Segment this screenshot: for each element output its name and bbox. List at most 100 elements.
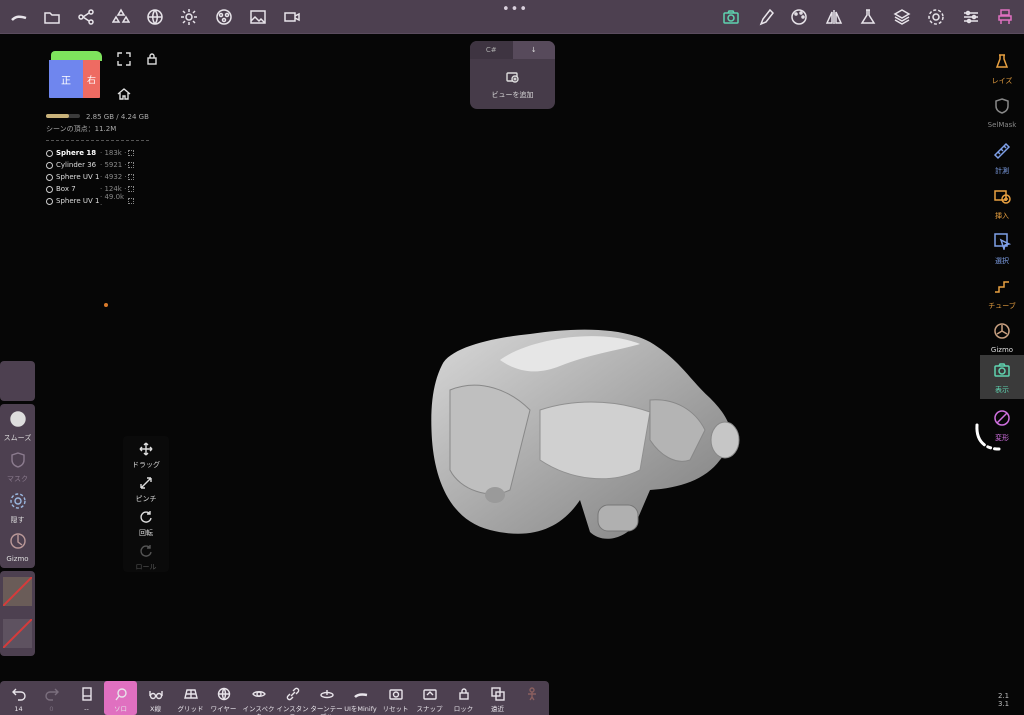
inspector-label: インスペクタ <box>242 705 275 715</box>
folder-icon[interactable] <box>41 6 63 28</box>
materials-icon[interactable] <box>213 6 235 28</box>
add-view-button[interactable]: ビューを追加 <box>470 69 555 100</box>
version-line-1: 2.1 <box>998 692 1010 700</box>
globe-icon[interactable] <box>144 6 166 28</box>
loading-spinner-icon <box>975 423 1001 451</box>
gizmo-button[interactable]: Gizmo <box>0 532 35 563</box>
list-item[interactable]: Cylinder 36 · 5921 · <box>46 159 134 171</box>
list-item[interactable]: Sphere UV 1 · 49.0k · <box>46 193 134 209</box>
home-icon[interactable] <box>117 86 131 100</box>
gizmo-tool-label: Gizmo <box>990 346 1014 354</box>
fullscreen-icon[interactable] <box>117 51 131 66</box>
hide-gear-icon <box>9 493 26 509</box>
roll-gesture[interactable]: ロール <box>123 543 169 572</box>
hide-button[interactable]: 隠す <box>0 492 35 525</box>
material-swatch-2[interactable] <box>3 619 32 648</box>
raise-label: レイズ <box>991 77 1013 85</box>
views-tab-1[interactable]: C# <box>470 41 513 59</box>
lock-button[interactable]: ロック <box>447 681 480 715</box>
material-swatch-1[interactable] <box>3 577 32 606</box>
gizmo-compass-icon <box>994 323 1010 339</box>
perspective-button[interactable]: 遠近 <box>481 681 514 715</box>
paint-brush-icon[interactable] <box>754 6 776 28</box>
list-item[interactable]: Sphere UV 1 · 4932 · <box>46 171 134 183</box>
instance-button[interactable]: インスタンス <box>276 681 309 715</box>
turntable-button[interactable]: ターンテーブル <box>310 681 343 715</box>
palette-icon[interactable] <box>788 6 810 28</box>
roll-icon <box>140 545 152 557</box>
cube-side-face[interactable]: 右 <box>83 60 100 98</box>
reset-button[interactable]: リセット <box>379 681 412 715</box>
object-count: · 183k · <box>100 149 127 157</box>
left-tool-panel: スムーズ マスク 隠す Gizmo <box>0 404 35 568</box>
brush-stroke-icon[interactable] <box>8 6 30 28</box>
3d-model-viewport[interactable] <box>420 320 750 550</box>
flask-icon[interactable] <box>857 6 879 28</box>
document-button[interactable]: -- <box>70 681 103 715</box>
grid-icon <box>128 198 134 204</box>
symmetry-icon[interactable] <box>823 6 845 28</box>
settings-gear-icon[interactable] <box>925 6 947 28</box>
gizmo-tool[interactable]: Gizmo <box>980 316 1024 360</box>
version-line-2: 3.1 <box>998 700 1010 708</box>
drag-gesture[interactable]: ドラッグ <box>123 441 169 470</box>
list-item[interactable]: Sphere 18 · 183k · <box>46 147 134 159</box>
minify-ui-button[interactable]: UIをMinify <box>344 681 377 715</box>
insert-tool[interactable]: 挿入 <box>980 181 1024 225</box>
document-icon <box>81 687 92 701</box>
grid-label: グリッド <box>177 705 204 713</box>
sun-icon[interactable] <box>178 6 200 28</box>
primitives-icon[interactable] <box>110 6 132 28</box>
wireframe-button[interactable]: ワイヤー <box>207 681 240 715</box>
add-camera-icon <box>505 72 519 83</box>
selmask-shield-icon <box>995 98 1009 114</box>
cube-front-face[interactable]: 正 <box>49 60 83 98</box>
redo-button[interactable]: 0 <box>35 681 68 715</box>
object-count: · 5921 · <box>100 161 127 169</box>
view-tool[interactable]: 表示 <box>980 355 1024 399</box>
tube-tool[interactable]: チューブ <box>980 271 1024 315</box>
redo-icon <box>44 688 59 701</box>
select-tool[interactable]: 選択 <box>980 226 1024 270</box>
rotate-gesture[interactable]: 回転 <box>123 509 169 538</box>
pivot-marker[interactable] <box>104 303 108 307</box>
memory-bar-fill <box>46 114 69 118</box>
smooth-label: スムーズ <box>3 434 32 442</box>
selmask-tool[interactable]: SelMask <box>980 91 1024 135</box>
navigation-cube[interactable]: 正 右 <box>47 51 102 99</box>
lock-icon[interactable] <box>145 51 159 65</box>
measure-tool[interactable]: 計測 <box>980 136 1024 180</box>
sliders-icon[interactable] <box>960 6 982 28</box>
xray-glasses-icon <box>148 691 163 700</box>
undo-button[interactable]: 14 <box>2 681 35 715</box>
node-graph-icon[interactable] <box>75 6 97 28</box>
measure-label: 計測 <box>995 167 1009 175</box>
xray-button[interactable]: X線 <box>139 681 172 715</box>
instance-label: インスタンス <box>276 705 309 715</box>
image-icon[interactable] <box>247 6 269 28</box>
selmask-label: SelMask <box>987 121 1017 129</box>
inspector-button[interactable]: インスペクタ <box>242 681 275 715</box>
solo-button[interactable]: ソロ <box>104 681 137 715</box>
smooth-button[interactable]: スムーズ <box>0 410 35 443</box>
brush-size-slider[interactable] <box>0 361 35 401</box>
bottom-toolbar: 14 0 -- ソロ X線 グリッド ワイヤー インスペクタ インスタンス ター… <box>0 681 549 715</box>
document-label: -- <box>84 705 89 713</box>
snap-button[interactable]: スナップ <box>413 681 446 715</box>
select-icon <box>994 233 1012 252</box>
video-camera-icon[interactable] <box>281 6 303 28</box>
extra-button[interactable] <box>515 681 548 715</box>
views-tab-2[interactable]: ↓ <box>512 41 555 59</box>
character-icon[interactable] <box>994 6 1016 28</box>
layers-icon[interactable] <box>891 6 913 28</box>
scene-vertices: シーンの頂点：11.2M <box>46 125 117 133</box>
mask-button[interactable]: マスク <box>0 451 35 484</box>
minify-stroke-icon <box>353 693 367 698</box>
raise-tool[interactable]: レイズ <box>980 46 1024 90</box>
grid-button[interactable]: グリッド <box>174 681 207 715</box>
more-options-dots[interactable]: ••• <box>502 2 528 17</box>
perspective-icon <box>490 687 505 701</box>
camera-icon[interactable] <box>720 6 742 28</box>
object-name: Sphere UV 1 <box>56 197 100 205</box>
pinch-gesture[interactable]: ピンチ <box>123 475 169 504</box>
